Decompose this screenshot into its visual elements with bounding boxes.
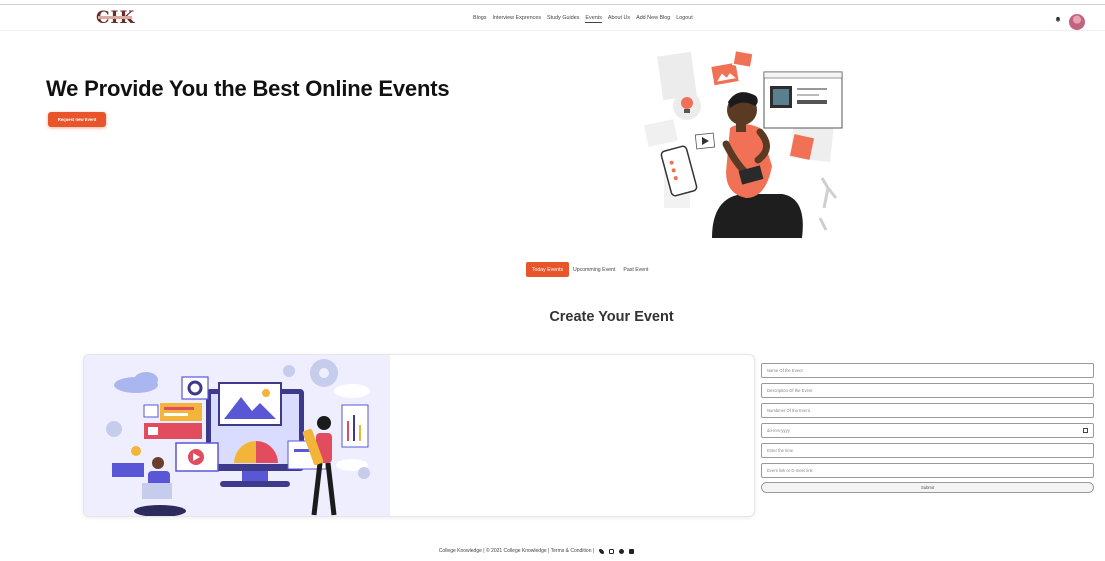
event-date-field[interactable]: dd-mm-yyyy [761,423,1094,438]
tab-upcoming-event[interactable]: Upcomming Event [569,262,619,277]
hero-title: We Provide You the Best Online Events [46,76,450,101]
tab-past-event[interactable]: Past Event [619,262,652,277]
nav-events[interactable]: Events [585,15,602,23]
create-event-title: Create Your Event [549,309,674,325]
linkedin-icon[interactable] [629,548,635,554]
nav-interview-experiences[interactable]: Interview Exprences [493,15,542,23]
nav-add-new-blog[interactable]: Add New Blog [636,15,670,23]
event-description-field[interactable]: Description Of the Event [761,383,1094,398]
create-event-form: Name Of the Event Description Of the Eve… [761,363,1094,493]
logo-tagline-bar [98,16,132,19]
nav-about-us[interactable]: About Us [608,15,630,23]
navbar: CIK Blogs Interview Exprences Study Guid… [0,5,1105,31]
submit-button[interactable]: Submit [761,482,1094,493]
event-link-field[interactable]: Event link or G-meet link [761,463,1094,478]
event-date-placeholder: dd-mm-yyyy [767,428,790,433]
bell-icon[interactable] [1055,16,1061,22]
event-illustration-card [83,354,755,517]
event-illustration [84,355,390,516]
main-nav: Blogs Interview Exprences Study Guides E… [473,15,693,23]
nav-blogs[interactable]: Blogs [473,15,487,23]
hero-illustration [644,49,843,238]
event-number-field[interactable]: Numbmer Of the Event [761,403,1094,418]
nav-logout[interactable]: Logout [676,15,693,23]
footer: College Knowledge | © 2021 College Knowl… [0,548,1073,554]
tab-today-events[interactable]: Today Events [526,262,569,277]
github-icon[interactable] [619,548,625,554]
nav-study-guides[interactable]: Study Guides [547,15,579,23]
request-new-event-button[interactable]: Request new Event [48,112,106,127]
calendar-icon[interactable] [1083,428,1088,433]
event-tabs: Today Events Upcomming Event Past Event [526,262,652,277]
footer-text: College Knowledge | © 2021 College Knowl… [438,548,595,554]
user-avatar[interactable] [1069,14,1085,30]
instagram-icon[interactable] [609,548,615,554]
event-name-field[interactable]: Name Of the Event [761,363,1094,378]
twitter-icon[interactable] [599,548,605,554]
logo[interactable]: CIK [96,7,134,29]
event-time-field[interactable]: Enter the time [761,443,1094,458]
